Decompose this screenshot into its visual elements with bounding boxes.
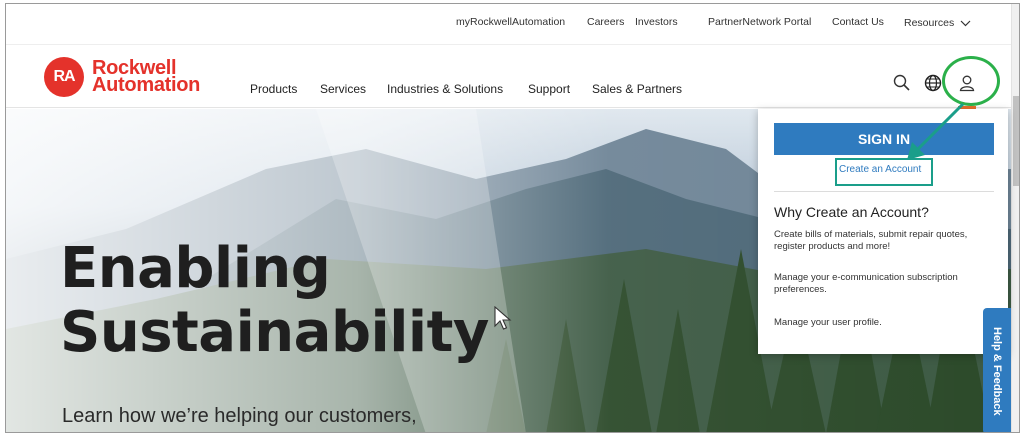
chevron-down-icon [960,20,971,26]
benefit-text-2: Manage your e-communication subscription… [774,272,958,295]
hero-subtitle: Learn how we’re helping our customers, [62,405,417,427]
brand-name-line2: Automation [92,74,201,96]
benefit-text-1: Create bills of materials, submit repair… [774,229,968,252]
hero-title-line1: Enabling [60,236,331,301]
nav-item-services[interactable]: Services [320,82,366,96]
brand-logo[interactable]: RA Rockwell Automation [44,57,200,97]
browser-viewport: myRockwellAutomation Careers Investors P… [5,3,1020,433]
benefit-text-3: Manage your user profile. [774,317,882,328]
search-icon[interactable] [892,73,912,93]
hero-title: Enabling Sustainability [60,237,489,365]
utility-link-myrockwellautomation[interactable]: myRockwellAutomation [456,16,565,28]
utility-link-careers[interactable]: Careers [587,16,624,28]
globe-icon[interactable] [923,73,943,93]
nav-item-support[interactable]: Support [528,82,570,96]
brand-name: Rockwell Automation [92,58,201,96]
ra-badge: RA [44,57,84,97]
main-nav: RA Rockwell Automation Products Services… [6,44,1011,109]
resources-dropdown[interactable]: Resources [904,17,971,29]
nav-item-sales-partners[interactable]: Sales & Partners [592,82,682,96]
utility-link-contact-us[interactable]: Contact Us [832,16,884,28]
utility-nav: myRockwellAutomation Careers Investors P… [6,4,1011,44]
resources-label: Resources [904,17,955,29]
nav-item-products[interactable]: Products [250,82,297,96]
annotation-arrow-icon [907,102,965,160]
hero-title-line2: Sustainability [60,300,489,365]
page-scrollbar[interactable] [1011,4,1019,432]
nav-item-industries-solutions[interactable]: Industries & Solutions [387,82,503,96]
help-feedback-tab[interactable]: Help & Feedback [983,308,1011,432]
create-account-highlight-box [835,158,933,186]
user-icon-highlight-circle [942,56,1000,106]
why-create-account-heading: Why Create an Account? [774,204,929,220]
help-feedback-label: Help & Feedback [991,326,1003,416]
utility-link-partnernetwork-portal[interactable]: PartnerNetwork Portal [708,16,811,28]
mouse-cursor-icon [494,306,512,330]
utility-link-investors[interactable]: Investors [635,16,678,28]
dropdown-divider [774,191,994,192]
scrollbar-thumb[interactable] [1013,96,1019,186]
